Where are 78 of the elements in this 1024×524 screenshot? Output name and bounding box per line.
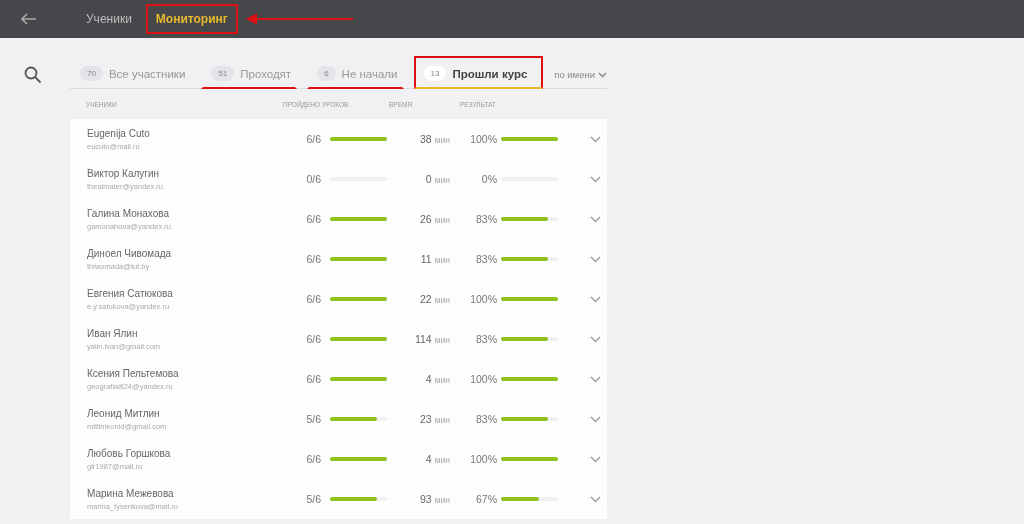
student-name: Любовь Горшкова: [87, 447, 172, 459]
result-percent: 83%: [475, 333, 497, 345]
time-value: 23: [420, 413, 432, 425]
lessons-count: 6/6: [305, 453, 321, 465]
student-name: Виктор Калугин: [87, 167, 161, 179]
time-unit: мин: [434, 375, 450, 385]
lessons-count: 6/6: [305, 293, 321, 305]
time-unit: мин: [434, 335, 450, 345]
result-percent: 67%: [475, 493, 497, 505]
chevron-down-icon[interactable]: [590, 135, 601, 143]
chevron-down-icon[interactable]: [590, 215, 601, 223]
chevron-down-icon[interactable]: [590, 255, 601, 263]
student-name: Ксения Пельтемова: [87, 367, 180, 379]
result-percent: 0%: [480, 173, 497, 185]
count-badge: 13: [423, 66, 447, 81]
result-percent: 83%: [475, 413, 497, 425]
time-value: 0: [425, 173, 432, 185]
lessons-count: 6/6: [305, 133, 321, 145]
time-value: 38: [420, 133, 432, 145]
time-value: 26: [420, 213, 432, 225]
chevron-down-icon[interactable]: [590, 495, 601, 503]
filter-label: Не начали: [341, 67, 398, 80]
student-name: Диноел Чивомада: [87, 247, 173, 259]
filter-tab[interactable]: 70 Все участники: [70, 60, 192, 89]
filter-label: Проходят: [240, 67, 292, 80]
lessons-count: 5/6: [305, 493, 321, 505]
nav-tab[interactable]: Ученики: [76, 4, 142, 34]
chevron-down-icon[interactable]: [590, 335, 601, 343]
filter-tab[interactable]: 13 Прошли курс: [413, 56, 544, 89]
time-value: 4: [425, 453, 432, 465]
time-value: 114: [414, 333, 432, 345]
filter-label: Все участники: [108, 67, 186, 80]
time-value: 93: [420, 493, 432, 505]
sort-dropdown[interactable]: по имени: [554, 69, 607, 88]
lessons-count: 5/6: [305, 413, 321, 425]
nav-tab[interactable]: Мониторинг: [145, 4, 238, 34]
result-percent: 100%: [469, 453, 497, 465]
chevron-down-icon[interactable]: [590, 455, 601, 463]
search-icon[interactable]: [24, 66, 42, 84]
lessons-count: 0/6: [305, 173, 321, 185]
result-percent: 100%: [469, 293, 497, 305]
chevron-down-icon[interactable]: [590, 295, 601, 303]
chevron-down-icon[interactable]: [590, 375, 601, 383]
lessons-count: 6/6: [305, 213, 321, 225]
student-name: Евгения Сатюкова: [87, 287, 174, 299]
chevron-down-icon: [598, 71, 607, 78]
time-unit: мин: [434, 295, 450, 305]
lessons-count: 6/6: [305, 373, 321, 385]
student-name: Леонид Митлин: [87, 407, 161, 419]
result-percent: 100%: [469, 133, 497, 145]
filter-tab[interactable]: 51 Проходят: [201, 60, 298, 89]
time-unit: мин: [434, 495, 450, 505]
time-value: 11: [420, 253, 432, 265]
result-percent: 100%: [469, 373, 497, 385]
chevron-down-icon[interactable]: [590, 415, 601, 423]
student-name: Марина Межевова: [87, 487, 175, 499]
student-name: Иван Ялин: [87, 327, 139, 339]
count-badge: 6: [317, 66, 336, 81]
result-percent: 83%: [475, 213, 497, 225]
chevron-down-icon[interactable]: [590, 175, 601, 183]
time-unit: мин: [434, 415, 450, 425]
count-badge: 51: [211, 66, 235, 81]
student-name: Галина Монахова: [87, 207, 170, 219]
time-value: 4: [425, 373, 432, 385]
student-name: Eugenija Cuto: [87, 127, 151, 139]
back-arrow-icon[interactable]: [21, 13, 37, 25]
lessons-count: 6/6: [305, 333, 321, 345]
count-badge: 70: [80, 66, 103, 81]
time-unit: мин: [434, 255, 450, 265]
time-value: 22: [420, 293, 432, 305]
time-unit: мин: [434, 455, 450, 465]
filter-tab[interactable]: 6 Не начали: [307, 60, 404, 89]
time-unit: мин: [434, 215, 450, 225]
time-unit: мин: [434, 175, 450, 185]
lessons-count: 6/6: [305, 253, 321, 265]
time-unit: мин: [434, 135, 450, 145]
filter-label: Прошли курс: [452, 67, 528, 80]
result-percent: 83%: [475, 253, 497, 265]
